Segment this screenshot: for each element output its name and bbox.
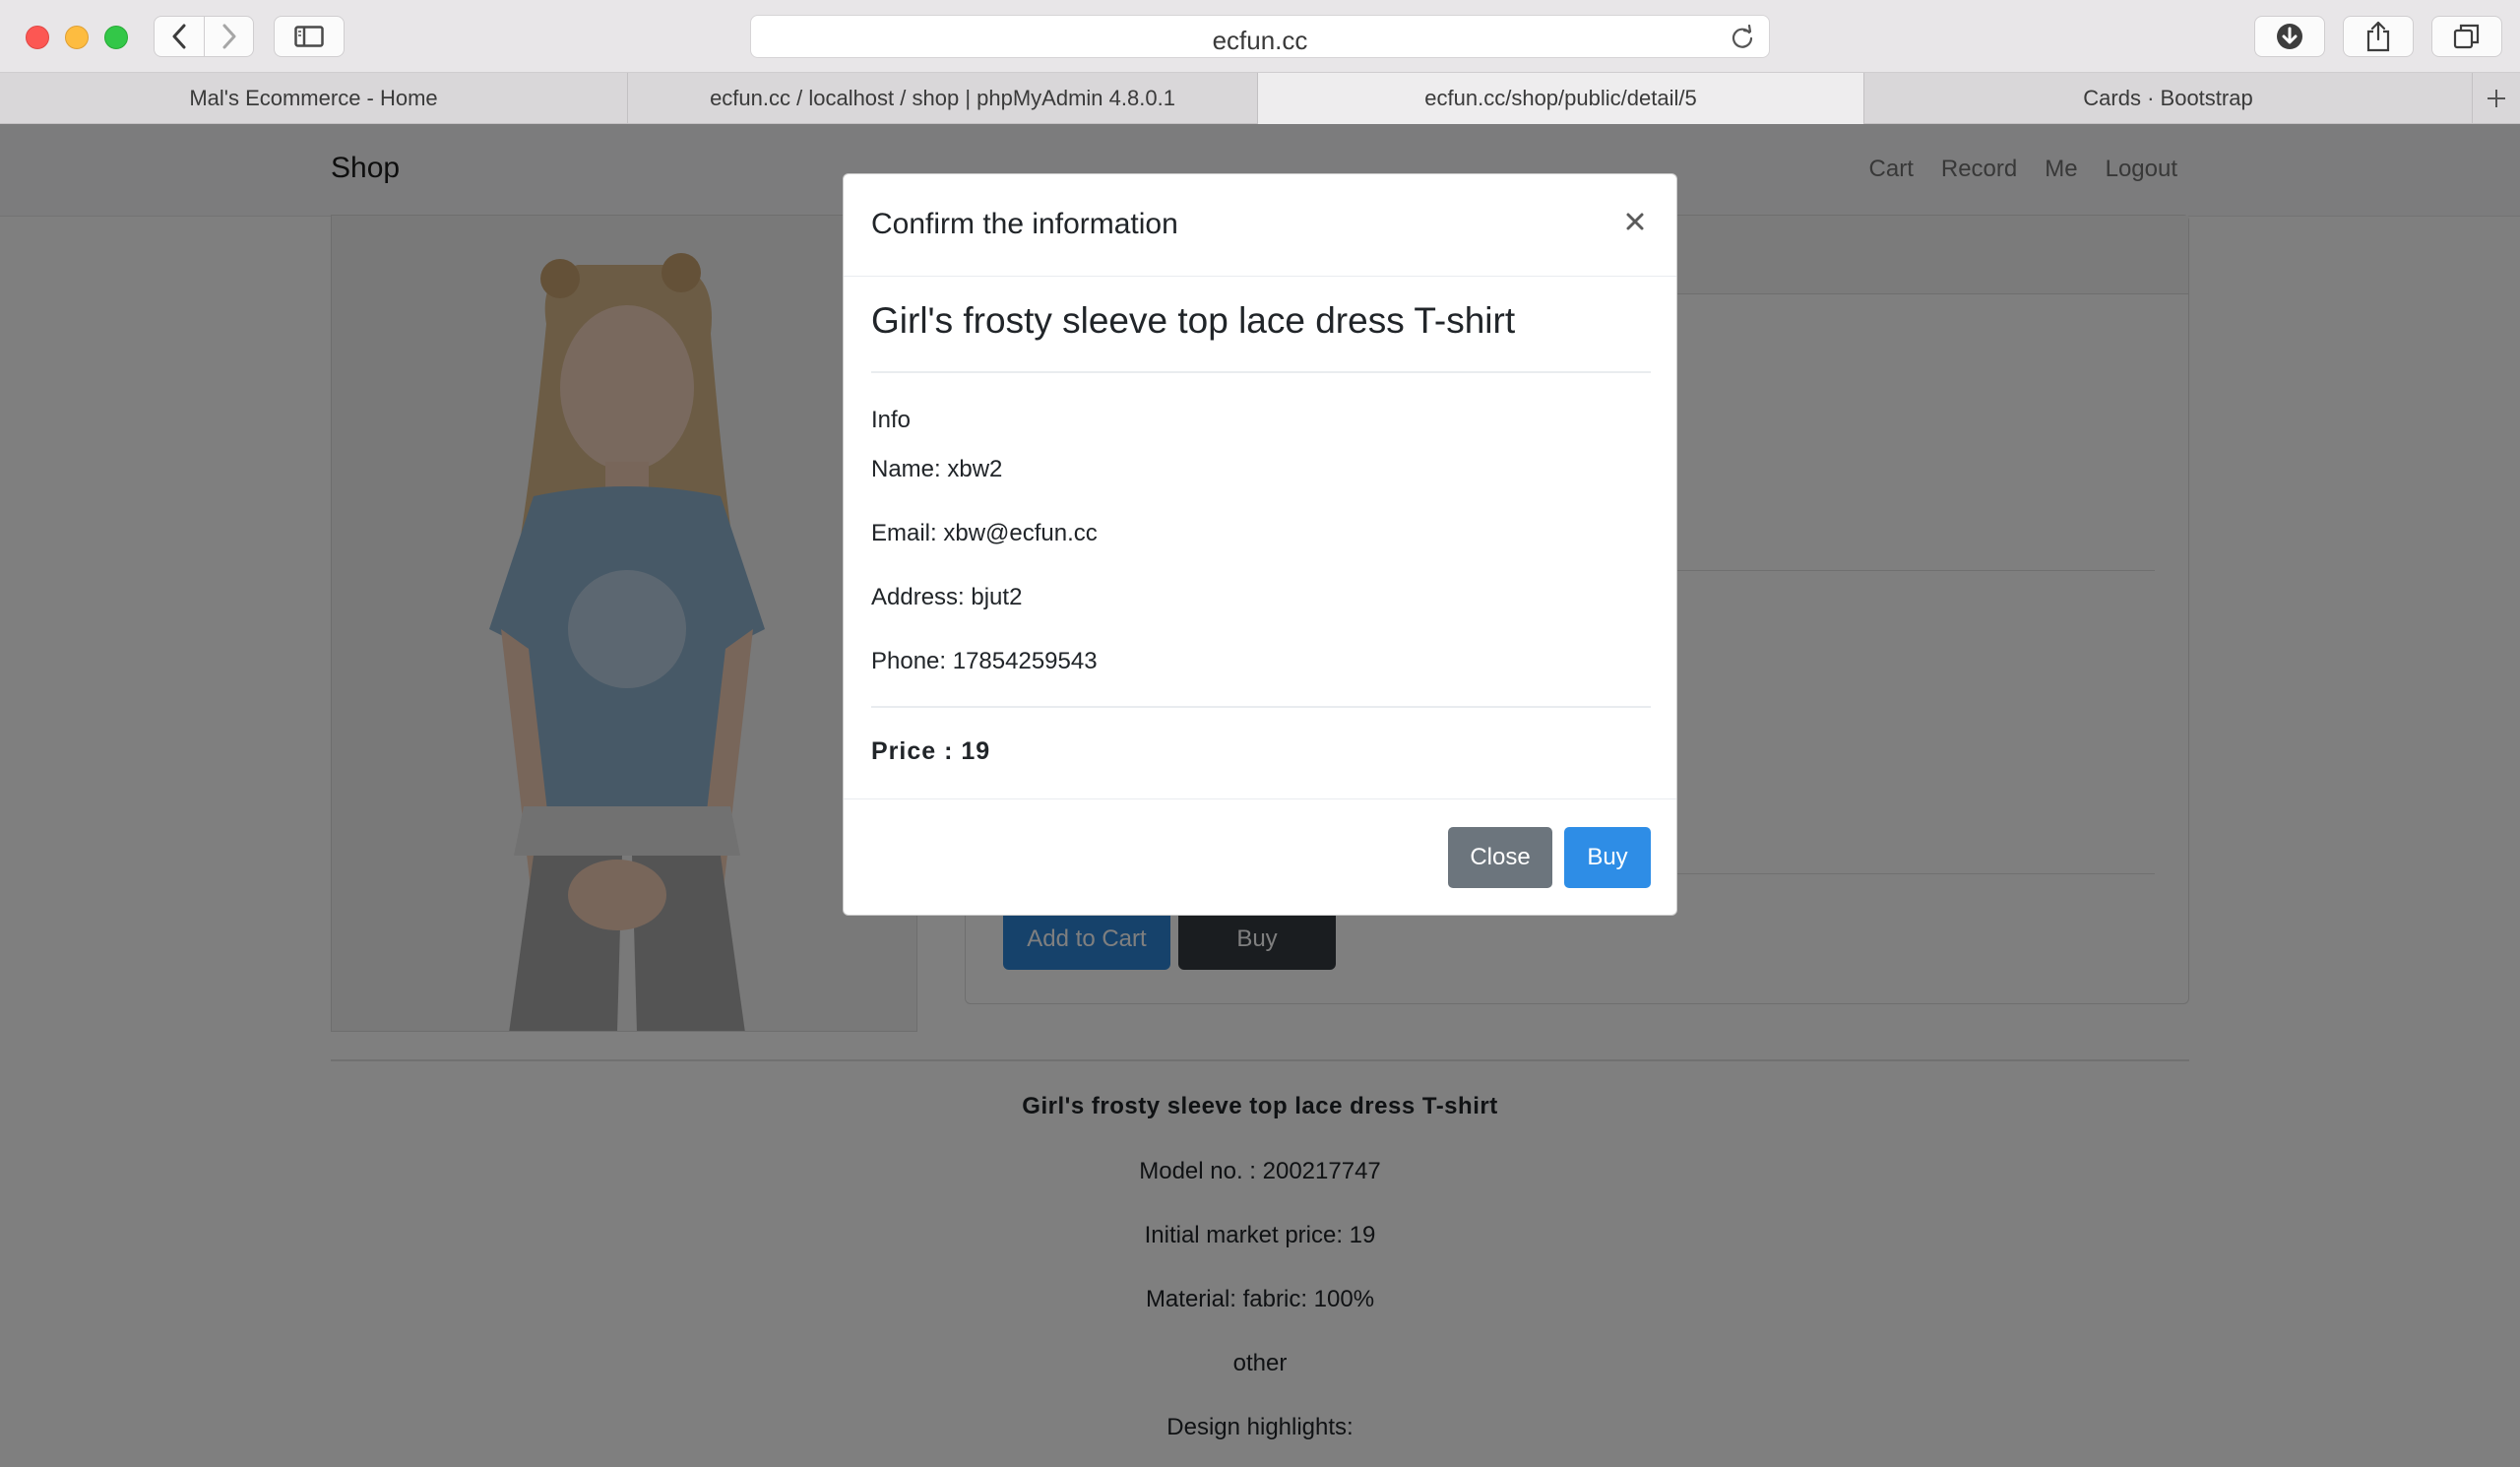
zoom-window-button[interactable] [104, 26, 128, 49]
tab-home[interactable]: Mal's Ecommerce - Home [0, 73, 628, 124]
close-button[interactable]: Close [1448, 827, 1552, 888]
chevron-right-icon [222, 24, 235, 49]
tabs-overview-icon [2453, 24, 2480, 49]
modal-header: Confirm the information [844, 174, 1676, 277]
address-bar[interactable]: ecfun.cc [750, 15, 1770, 58]
downloads-button[interactable] [2254, 16, 2325, 57]
tab-label: Mal's Ecommerce - Home [189, 86, 438, 110]
confirm-modal: Confirm the information Girl's frosty sl… [843, 173, 1677, 916]
back-button[interactable] [155, 17, 204, 56]
new-tab-button[interactable] [2473, 73, 2520, 124]
close-window-button[interactable] [26, 26, 49, 49]
divider [871, 706, 1651, 708]
buy-button[interactable]: Buy [1564, 827, 1651, 888]
tab-label: ecfun.cc / localhost / shop | phpMyAdmin… [710, 86, 1175, 110]
download-icon [2277, 24, 2302, 49]
plus-icon [2488, 90, 2505, 107]
buyer-address: Address: bjut2 [871, 584, 1023, 610]
web-page: Shop Cart Record Me Logout [0, 124, 2520, 1467]
url-text: ecfun.cc [1212, 26, 1308, 55]
forward-button[interactable] [204, 17, 253, 56]
browser-toolbar: ecfun.cc [0, 0, 2520, 73]
info-heading: Info [871, 407, 912, 433]
divider [871, 371, 1651, 373]
close-icon [1626, 213, 1644, 230]
reload-icon[interactable] [1730, 25, 1755, 50]
tab-detail[interactable]: ecfun.cc/shop/public/detail/5 [1258, 73, 1864, 124]
tab-bar: Mal's Ecommerce - Home ecfun.cc / localh… [0, 73, 2520, 124]
tab-label: ecfun.cc/shop/public/detail/5 [1424, 86, 1697, 110]
share-button[interactable] [2343, 16, 2414, 57]
history-nav [154, 16, 254, 57]
buyer-email: Email: xbw@ecfun.cc [871, 520, 1098, 546]
tab-label: Cards · Bootstrap [2083, 86, 2253, 110]
tab-bootstrap-cards[interactable]: Cards · Bootstrap [1864, 73, 2473, 124]
minimize-window-button[interactable] [65, 26, 89, 49]
chevron-left-icon [172, 24, 186, 49]
order-price: Price : 19 [871, 737, 991, 765]
tab-overview-button[interactable] [2431, 16, 2502, 57]
buyer-name: Name: xbw2 [871, 456, 1003, 482]
sidebar-icon [294, 26, 324, 47]
sidebar-toggle-button[interactable] [274, 16, 345, 57]
modal-footer: Close Buy [844, 798, 1676, 917]
buyer-phone: Phone: 17854259543 [871, 648, 1098, 674]
tab-phpmyadmin[interactable]: ecfun.cc / localhost / shop | phpMyAdmin… [628, 73, 1258, 124]
modal-product-name: Girl's frosty sleeve top lace dress T-sh… [871, 300, 1516, 341]
modal-close-button[interactable] [1617, 204, 1653, 239]
share-icon [2366, 21, 2390, 52]
modal-title: Confirm the information [871, 208, 1178, 240]
